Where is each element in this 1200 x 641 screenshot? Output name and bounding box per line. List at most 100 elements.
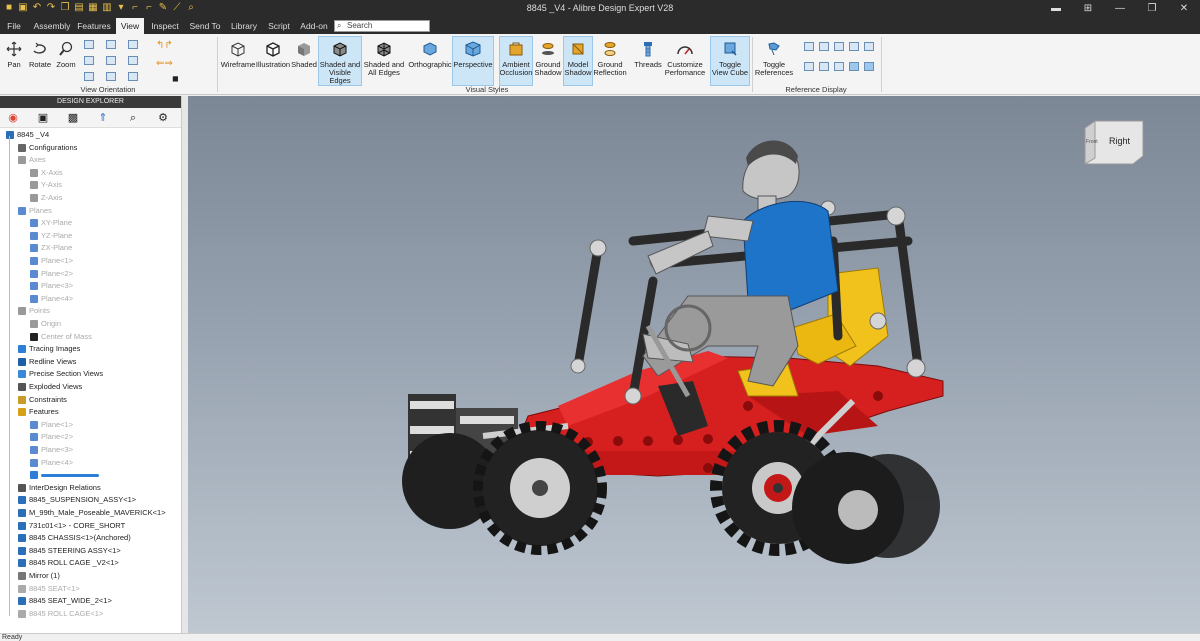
tab-view[interactable]: View: [116, 18, 144, 34]
tree-item[interactable]: X-Axis: [30, 167, 63, 179]
shaded-visible-edges-button[interactable]: Shaded and Visible Edges: [318, 36, 362, 86]
wireframe-button[interactable]: Wireframe: [221, 37, 255, 85]
tree-item[interactable]: Plane<1>: [30, 255, 73, 267]
hide-sketches-icon[interactable]: [849, 62, 859, 71]
hide-planes-icon[interactable]: [819, 62, 829, 71]
tree-item[interactable]: YZ-Plane: [30, 230, 72, 242]
camera-icon[interactable]: ◼: [172, 74, 179, 83]
tree-item[interactable]: Precise Section Views: [18, 368, 103, 380]
tab-add-on[interactable]: Add-on: [298, 18, 330, 34]
zoom-button[interactable]: Zoom: [54, 37, 78, 85]
view-top-icon[interactable]: [128, 40, 138, 49]
ambient-occlusion-button[interactable]: Ambient Occlusion: [499, 36, 533, 86]
illustration-button[interactable]: Illustration: [256, 37, 290, 85]
tree-item[interactable]: [30, 469, 99, 481]
tree-item[interactable]: 8845 ROLL CAGE _V2<1>: [18, 557, 119, 569]
tree-item[interactable]: 8845_SUSPENSION_ASSY<1>: [18, 494, 136, 506]
tree-item[interactable]: Y-Axis: [30, 179, 62, 191]
tree-item[interactable]: Mirror (1): [18, 570, 60, 582]
tab-send-to[interactable]: Send To: [186, 18, 224, 34]
tree-item[interactable]: Plane<4>: [30, 457, 73, 469]
maximize-button[interactable]: ❐: [1136, 0, 1168, 18]
ground-reflection-button[interactable]: Ground Reflection: [593, 37, 627, 85]
toggle-references-button[interactable]: Toggle References: [755, 37, 793, 85]
search-input[interactable]: ⌕ Search: [334, 20, 430, 32]
tab-library[interactable]: Library: [228, 18, 260, 34]
tree-item[interactable]: Features: [18, 406, 59, 418]
customize-performance-button[interactable]: Customize Perfomance: [664, 37, 706, 85]
hide-points-icon[interactable]: [834, 62, 844, 71]
view-cube[interactable]: Right Front: [1083, 118, 1145, 168]
view-left-icon[interactable]: [106, 56, 116, 65]
tree-item[interactable]: Tracing Images: [18, 343, 80, 355]
tree-item[interactable]: Plane<3>: [30, 444, 73, 456]
view-normal-icon[interactable]: [106, 72, 116, 81]
tree-item[interactable]: 8845 _V4: [6, 129, 49, 141]
view-previous-icon[interactable]: [128, 72, 138, 81]
perspective-button[interactable]: Perspective: [452, 36, 494, 86]
panel-splitter[interactable]: [181, 96, 188, 633]
rollback-marker[interactable]: [41, 473, 99, 477]
3d-viewport[interactable]: Right Front: [188, 96, 1200, 633]
orient-arrow-icon[interactable]: ⇐⇒: [156, 58, 173, 69]
ribbon-toggle-icon[interactable]: ▬: [1040, 0, 1072, 18]
tree-item[interactable]: Plane<2>: [30, 268, 73, 280]
tree-item[interactable]: Origin: [30, 318, 61, 330]
tab-file[interactable]: File: [2, 18, 26, 34]
settings-gear-icon[interactable]: ⚙: [156, 111, 170, 125]
show-axes-icon[interactable]: [804, 42, 814, 51]
shaded-all-edges-button[interactable]: Shaded and All Edges: [363, 37, 405, 85]
tree-item[interactable]: Redline Views: [18, 356, 76, 368]
pan-button[interactable]: Pan: [2, 37, 26, 85]
show-curves-icon[interactable]: [864, 42, 874, 51]
toggle-view-cube-button[interactable]: Toggle View Cube: [710, 36, 750, 86]
hide-curves-icon[interactable]: [864, 62, 874, 71]
tree-item[interactable]: 8845 SEAT<1>: [18, 583, 80, 595]
search-explorer-icon[interactable]: ⌕: [126, 111, 140, 125]
tree-item[interactable]: 8845 STEERING ASSY<1>: [18, 545, 121, 557]
show-points-icon[interactable]: [834, 42, 844, 51]
view-iso-icon[interactable]: [84, 72, 94, 81]
tab-assembly[interactable]: Assembly: [32, 18, 72, 34]
rotate-button[interactable]: Rotate: [27, 37, 53, 85]
view-bottom-icon[interactable]: [84, 56, 94, 65]
view-front-icon[interactable]: [84, 40, 94, 49]
tree-item[interactable]: Axes: [18, 154, 46, 166]
tab-inspect[interactable]: Inspect: [148, 18, 182, 34]
tree-item[interactable]: Plane<1>: [30, 419, 73, 431]
show-planes-icon[interactable]: [819, 42, 829, 51]
view-cube-face-label[interactable]: Right: [1109, 136, 1130, 146]
show-sketches-icon[interactable]: [849, 42, 859, 51]
orthographic-button[interactable]: Orthographic: [408, 37, 452, 85]
tree-item[interactable]: Exploded Views: [18, 381, 82, 393]
collapse-up-icon[interactable]: ⇑: [96, 111, 110, 125]
tree-item[interactable]: 8845 CHASSIS<1>(Anchored): [18, 532, 131, 544]
tree-item[interactable]: M_99th_Male_Poseable_MAVERICK<1>: [18, 507, 166, 519]
help-icon[interactable]: ⊞: [1072, 0, 1104, 18]
threads-button[interactable]: Threads: [634, 37, 662, 85]
tree-item[interactable]: ZX-Plane: [30, 242, 72, 254]
save-view-icon[interactable]: ▣: [36, 111, 50, 125]
view-right-icon[interactable]: [128, 56, 138, 65]
view-back-icon[interactable]: [106, 40, 116, 49]
shaded-button[interactable]: Shaded: [291, 37, 317, 85]
tree-item[interactable]: Planes: [18, 205, 52, 217]
color-wheel-icon[interactable]: ◉: [6, 111, 20, 125]
hide-axes-icon[interactable]: [804, 62, 814, 71]
part-view-icon[interactable]: ▩: [66, 111, 80, 125]
tree-item[interactable]: Plane<2>: [30, 431, 73, 443]
tree-item[interactable]: 8845 ROLL CAGE<1>: [18, 608, 103, 620]
tree-item[interactable]: InterDesign Relations: [18, 482, 101, 494]
close-button[interactable]: ✕: [1168, 0, 1200, 18]
tree-item[interactable]: Center of Mass: [30, 331, 92, 343]
tab-features[interactable]: Features: [76, 18, 112, 34]
orient-arrow-icon[interactable]: ↰↱: [156, 40, 173, 51]
model-shadow-button[interactable]: Model Shadow: [563, 36, 593, 86]
tree-item[interactable]: Configurations: [18, 142, 77, 154]
tree-item[interactable]: Constraints: [18, 394, 67, 406]
view-cube-side-label[interactable]: Front: [1086, 139, 1098, 145]
tree-item[interactable]: Plane<3>: [30, 280, 73, 292]
tab-script[interactable]: Script: [264, 18, 294, 34]
minimize-button[interactable]: —: [1104, 0, 1136, 18]
tree-item[interactable]: XY-Plane: [30, 217, 72, 229]
